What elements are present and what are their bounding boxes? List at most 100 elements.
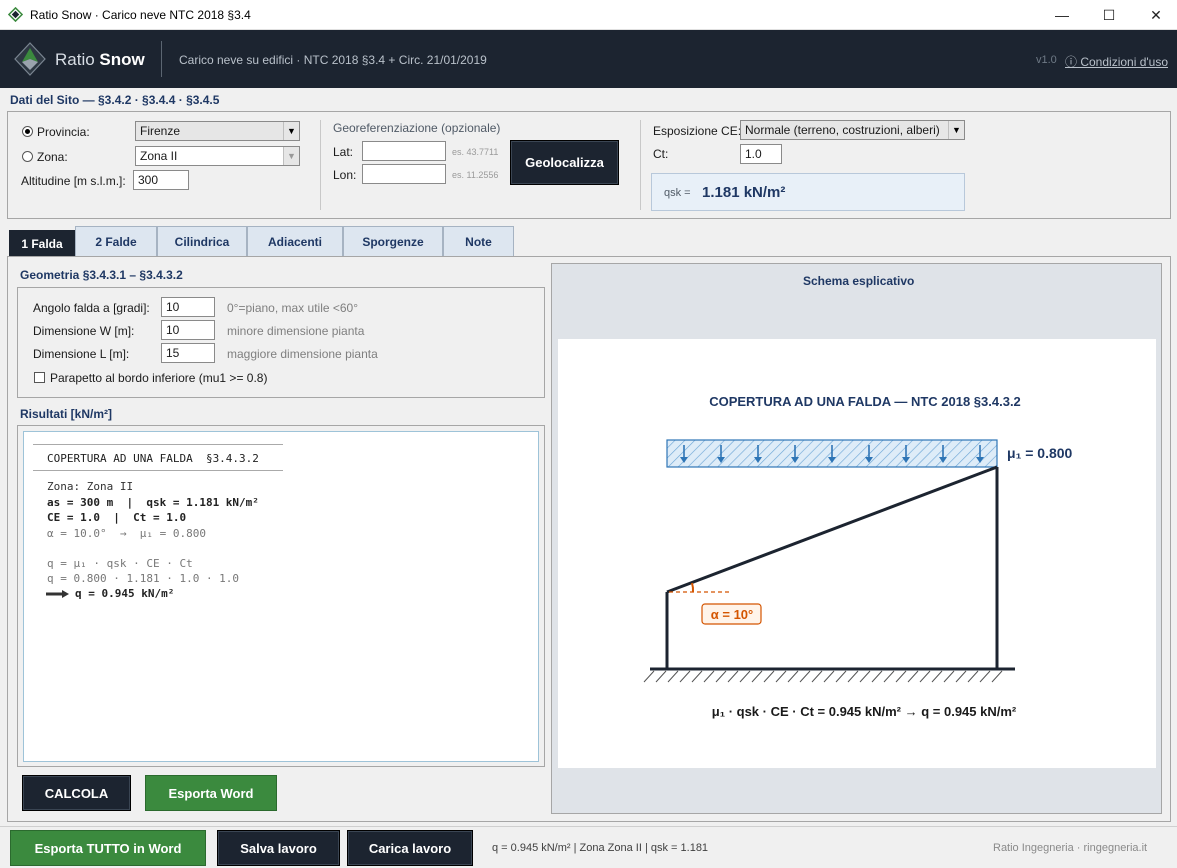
provincia-radio[interactable]	[22, 126, 33, 137]
ground-hatch-line	[679, 670, 691, 683]
ground-hatch-line	[643, 670, 655, 683]
results-heading: COPERTURA AD UNA FALDA §3.4.3.2	[47, 452, 259, 465]
terms-link[interactable]: ⓘ Condizioni d'uso	[1065, 53, 1168, 70]
app-icon	[8, 7, 23, 22]
ground-hatch-line	[895, 670, 907, 683]
ground-hatch-line	[691, 670, 703, 683]
exposure-label: Esposizione CE:	[653, 124, 742, 138]
logo-icon	[14, 42, 46, 76]
provincia-select[interactable]: Firenze ▼	[135, 121, 300, 141]
tab-note[interactable]: Note	[443, 226, 514, 256]
results-line: CE = 1.0 | Ct = 1.0	[47, 511, 187, 524]
chevron-down-icon: ▼	[283, 122, 299, 140]
ground-hatch-line	[823, 670, 835, 683]
app-header: Ratio Snow Carico neve su edifici · NTC …	[0, 30, 1177, 88]
ground-hatch-line	[763, 670, 775, 683]
angle-arc	[691, 582, 695, 593]
altitude-input[interactable]: 300	[133, 170, 189, 190]
version-label: v1.0	[1036, 54, 1057, 66]
ground-hatch-line	[667, 670, 679, 683]
tab-sporgenze[interactable]: Sporgenze	[343, 226, 443, 256]
w-hint: minore dimensione pianta	[227, 324, 365, 338]
ground-hatch-line	[655, 670, 667, 683]
w-input[interactable]: 10	[161, 320, 215, 340]
maximize-icon: ☐	[1102, 6, 1116, 23]
divider	[33, 444, 283, 445]
ground-hatch-line	[739, 670, 751, 683]
site-section-title: Dati del Sito — §3.4.2 · §3.4.4 · §3.4.5	[10, 93, 220, 107]
ground-hatch-line	[931, 670, 943, 683]
l-label: Dimensione L [m]:	[33, 347, 130, 361]
zona-radio[interactable]	[22, 151, 33, 162]
angle-label: Angolo falda a [gradi]:	[33, 301, 150, 315]
geo-title: Georeferenziazione (opzionale)	[333, 121, 501, 135]
ground-hatch-line	[751, 670, 763, 683]
credit-link[interactable]: Ratio Ingegneria · ringegneria.it	[993, 842, 1147, 854]
tab-adiacenti[interactable]: Adiacenti	[247, 226, 343, 256]
divider	[640, 120, 641, 210]
ground-hatch-line	[955, 670, 967, 683]
close-button[interactable]: ✕	[1133, 0, 1177, 30]
lon-hint: es. 11.2556	[452, 170, 499, 180]
tab-1-falda[interactable]: 1 Falda	[9, 230, 75, 256]
save-button[interactable]: Salva lavoro	[217, 830, 340, 866]
formula-label: μ₁ · qsk · CE · Ct = 0.945 kN/m² → q = 0…	[712, 704, 1017, 719]
close-icon: ✕	[1150, 6, 1162, 23]
exposure-select[interactable]: Normale (terreno, costruzioni, alberi) ▼	[740, 120, 965, 140]
angle-input[interactable]: 10	[161, 297, 215, 317]
roof-line	[666, 465, 998, 594]
minimize-icon: —	[1055, 7, 1069, 23]
title-bar: Ratio Snow · Carico neve NTC 2018 §3.4 —…	[0, 0, 1177, 30]
ground-hatch-line	[919, 670, 931, 683]
schema-title: Schema esplicativo	[803, 274, 915, 288]
brand-name: Ratio Snow	[55, 50, 145, 69]
load-button[interactable]: Carica lavoro	[347, 830, 473, 866]
lat-input[interactable]	[362, 141, 446, 161]
angle-label: α = 10°	[711, 607, 753, 622]
ground-hatch-line	[859, 670, 871, 683]
results-title: Risultati [kN/m²]	[20, 407, 113, 421]
diagram-title: COPERTURA AD UNA FALDA — NTC 2018 §3.4.3…	[709, 394, 1021, 409]
altitude-label: Altitudine [m s.l.m.]:	[21, 174, 126, 188]
l-input[interactable]: 15	[161, 343, 215, 363]
maximize-button[interactable]: ☐	[1086, 0, 1132, 30]
ground-hatch-line	[775, 670, 787, 683]
results-line: α = 10.0° → μ₁ = 0.800	[47, 527, 206, 540]
tab-2-falde[interactable]: 2 Falde	[75, 226, 157, 256]
ct-label: Ct:	[653, 147, 669, 161]
ground-hatch-line	[703, 670, 715, 683]
parapet-label: Parapetto al bordo inferiore (mu1 >= 0.8…	[50, 371, 268, 385]
lon-label: Lon:	[333, 168, 357, 182]
divider	[320, 120, 321, 210]
ground-hatch-line	[727, 670, 739, 683]
ground-hatch-line	[967, 670, 979, 683]
results-line: q = μ₁ · qsk · CE · Ct	[47, 557, 193, 570]
minimize-button[interactable]: —	[1039, 0, 1085, 30]
angle-hint: 0°=piano, max utile <60°	[227, 301, 359, 315]
ground-hatch-line	[835, 670, 847, 683]
qsk-value: 1.181 kN/m²	[702, 184, 786, 201]
ground-hatch-line	[799, 670, 811, 683]
lat-hint: es. 43.7711	[452, 147, 499, 157]
provincia-label: Provincia:	[37, 125, 90, 139]
qsk-label: qsk =	[664, 187, 691, 199]
parapet-checkbox[interactable]	[34, 372, 45, 383]
geolocate-button[interactable]: Geolocalizza	[510, 140, 619, 185]
tab-cilindrica[interactable]: Cilindrica	[157, 226, 247, 256]
ground-hatch	[643, 670, 1003, 683]
l-hint: maggiore dimensione pianta	[227, 347, 378, 361]
ground-hatch-line	[811, 670, 823, 683]
lon-input[interactable]	[362, 164, 446, 184]
w-label: Dimensione W [m]:	[33, 324, 135, 338]
results-final: q = 0.945 kN/m²	[75, 587, 175, 600]
ct-input[interactable]: 1.0	[740, 144, 782, 164]
export-word-button[interactable]: Esporta Word	[145, 775, 277, 811]
ground-hatch-line	[979, 670, 991, 683]
export-all-button[interactable]: Esporta TUTTO in Word	[10, 830, 206, 866]
ground-hatch-line	[715, 670, 727, 683]
chevron-down-icon: ▼	[283, 147, 299, 165]
ground-hatch-line	[907, 670, 919, 683]
calcola-button[interactable]: CALCOLA	[22, 775, 131, 811]
zona-select[interactable]: Zona II ▼	[135, 146, 300, 166]
header-subtitle: Carico neve su edifici · NTC 2018 §3.4 +…	[179, 53, 487, 67]
